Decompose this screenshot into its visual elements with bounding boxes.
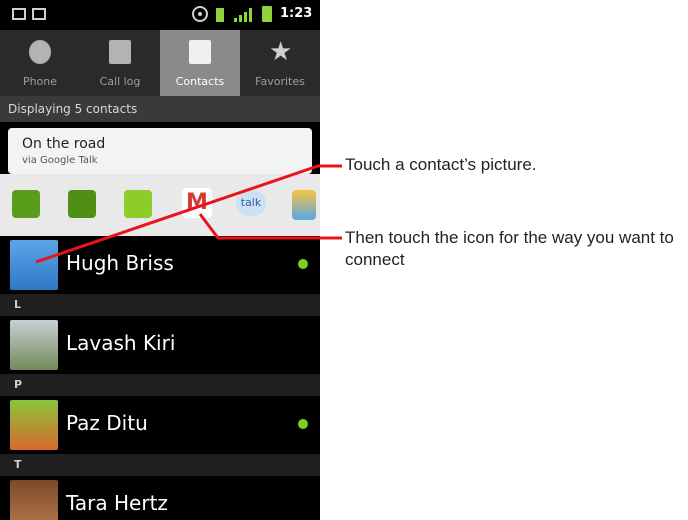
callout-picture: Touch a contact’s picture. xyxy=(345,155,537,174)
callout-icon: Then touch the icon for the way you want… xyxy=(345,228,674,269)
callout-line-picture xyxy=(35,164,342,264)
callout-line-icon xyxy=(198,213,342,240)
